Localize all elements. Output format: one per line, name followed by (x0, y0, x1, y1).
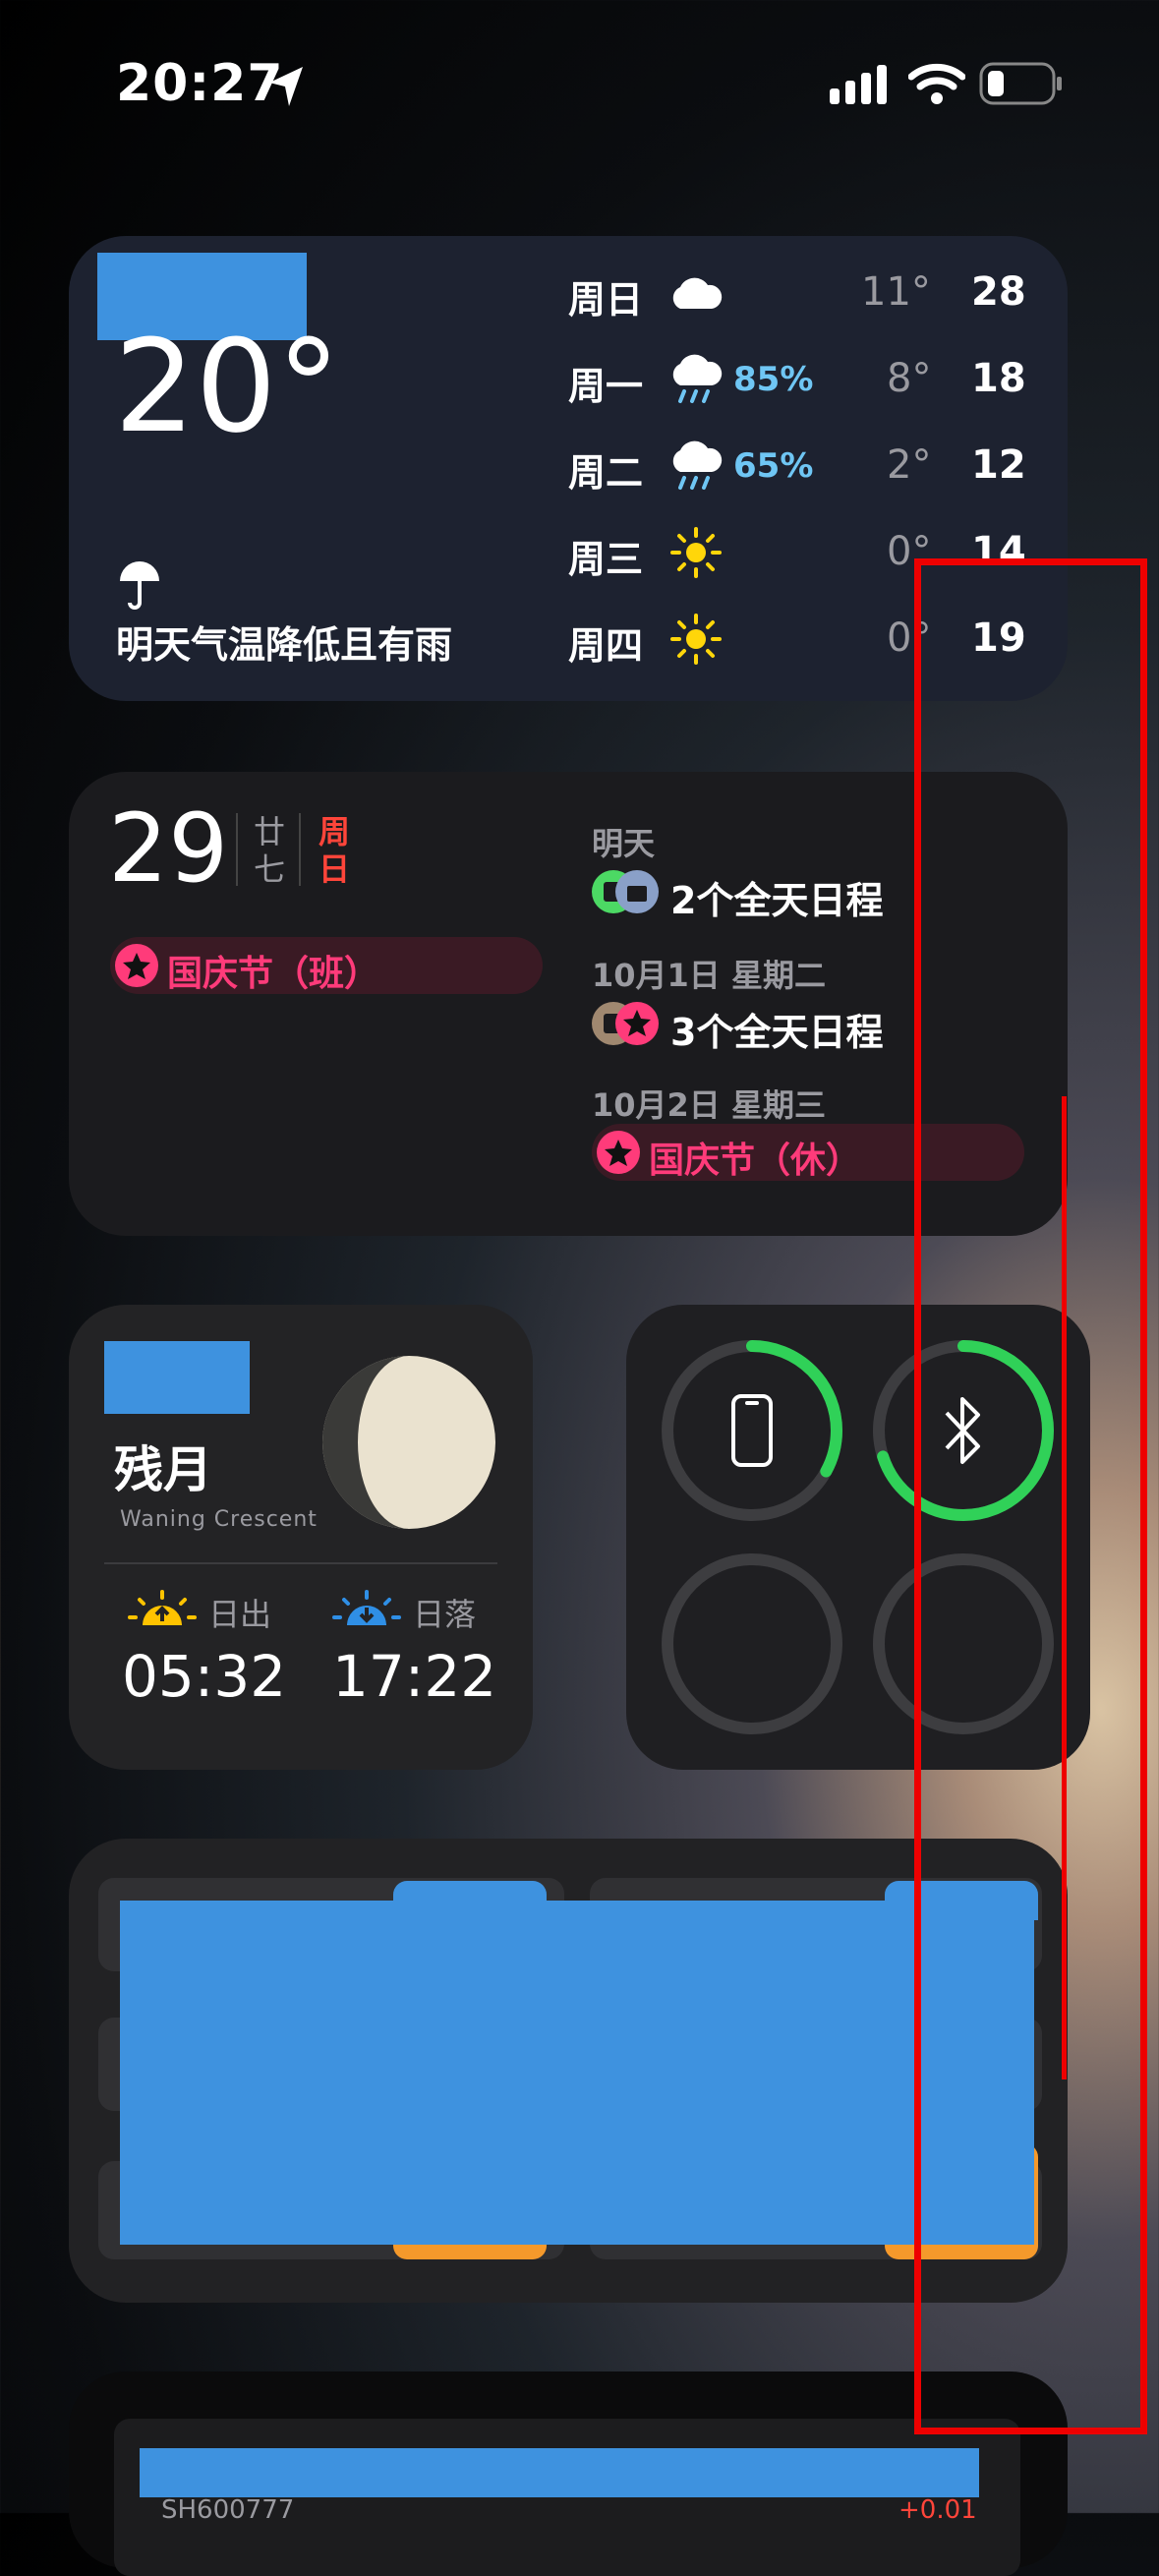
calendar-icons (592, 1002, 659, 1045)
cellular-signal-icon (830, 65, 887, 104)
sunset-label: 日落 (413, 1596, 477, 1633)
weather-summary: 明天气温降低且有雨 (116, 623, 453, 667)
event-title: 国庆节（休） (649, 1141, 862, 1181)
moon-phase-english: Waning Crescent (120, 1507, 318, 1532)
stock-change: +0.01 (898, 2495, 977, 2525)
calendar-date: 29 (108, 793, 229, 904)
rain-icon (672, 440, 723, 490)
sun-icon (670, 527, 722, 578)
umbrella-icon (120, 561, 159, 610)
weekday: 周日 (319, 813, 351, 888)
lunar-date: 廿七 (254, 813, 286, 888)
rain-chance: 65% (733, 446, 814, 486)
stock-code: SH600777 (161, 2495, 295, 2525)
annotation-rectangle (914, 558, 1147, 2434)
phone-icon (731, 1394, 773, 1467)
holiday-star-icon (597, 1131, 640, 1174)
weather-low: 11° (861, 269, 931, 315)
section-header: 明天 (592, 825, 656, 862)
sunrise-label: 日出 (208, 1596, 272, 1633)
section-header: 10月2日 星期三 (592, 1086, 826, 1124)
moon-icon (322, 1356, 495, 1529)
section-header: 10月1日 星期二 (592, 957, 826, 994)
weather-day: 周日 (568, 278, 644, 322)
weather-low: 8° (887, 356, 932, 401)
weather-day: 周一 (568, 365, 644, 408)
weather-day: 周四 (568, 624, 644, 668)
weather-high: 12 (971, 442, 1026, 488)
cloud-icon (672, 277, 723, 309)
weather-low: 2° (887, 442, 932, 488)
sun-icon (670, 614, 722, 665)
weather-day: 周三 (568, 538, 644, 581)
divider (299, 813, 301, 886)
weather-day: 周二 (568, 451, 644, 495)
redacted-region (120, 1901, 1034, 2245)
sunrise-time: 05:32 (122, 1643, 287, 1710)
rain-chance: 85% (733, 360, 814, 399)
event-summary: 2个全天日程 (670, 879, 884, 922)
event-summary: 3个全天日程 (670, 1011, 884, 1054)
location-arrow-icon (269, 67, 303, 106)
redacted-region (140, 2448, 979, 2497)
sunrise-icon (128, 1590, 197, 1625)
divider (236, 813, 238, 886)
wifi-icon (908, 63, 965, 104)
battery-icon (979, 62, 1062, 105)
divider (104, 1562, 497, 1564)
weather-high: 28 (971, 269, 1026, 315)
redacted-title (104, 1341, 250, 1414)
annotation-line (1062, 1096, 1067, 2079)
clock: 20:27 (116, 54, 284, 113)
moon-phase-name: 残月 (114, 1441, 212, 1498)
event-title: 国庆节（班） (167, 954, 380, 994)
sunset-time: 17:22 (332, 1643, 497, 1710)
moon-phase-widget[interactable]: 残月 Waning Crescent 日出 05:32 日落 17:22 (69, 1305, 533, 1770)
weather-high: 18 (971, 356, 1026, 401)
rain-icon (672, 354, 723, 403)
current-temperature: 20° (114, 312, 341, 461)
event-pill[interactable]: 国庆节（班） (110, 937, 543, 994)
calendar-icons (592, 870, 659, 913)
sunset-icon (332, 1590, 401, 1625)
holiday-star-icon (115, 944, 158, 987)
